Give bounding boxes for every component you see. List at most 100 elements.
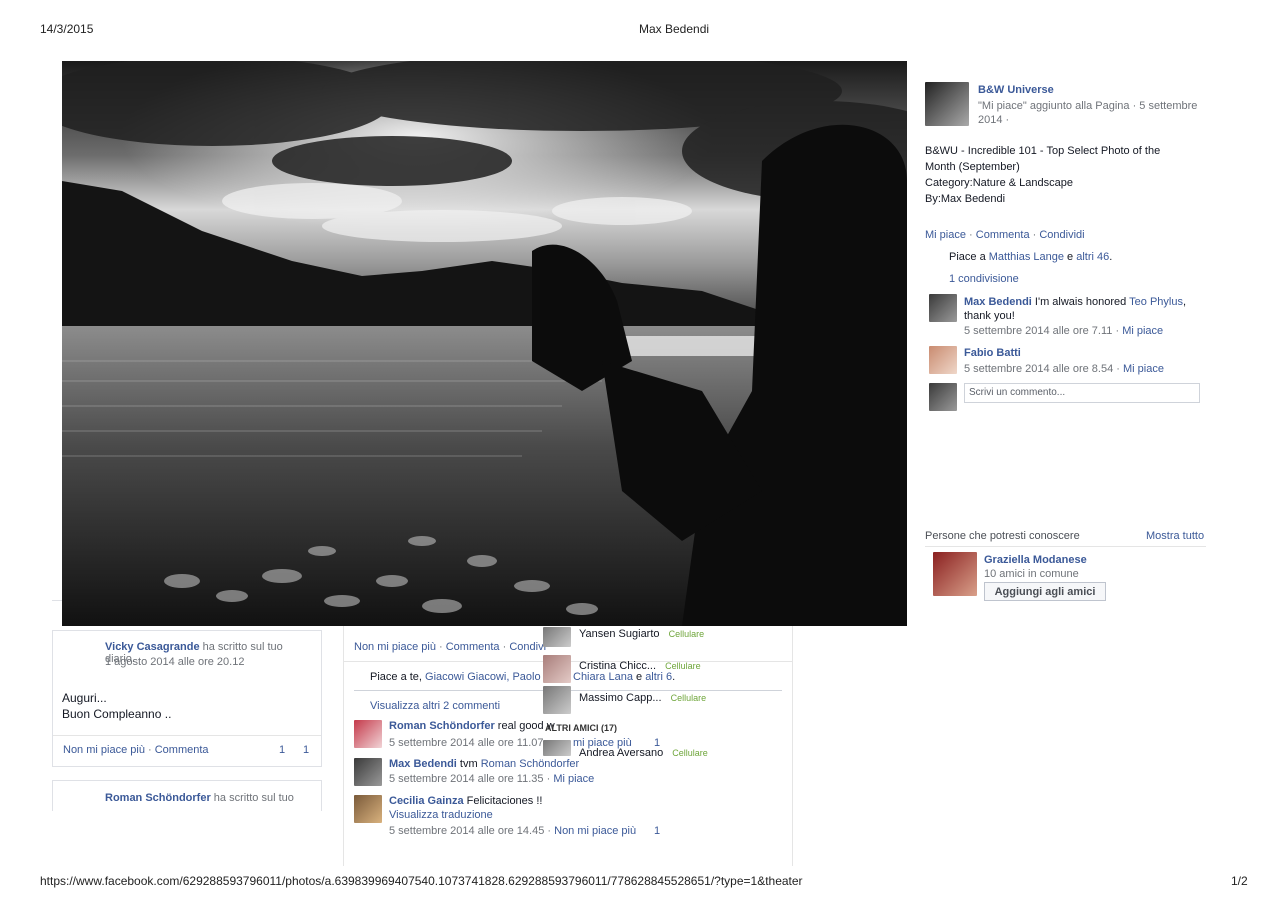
comment-text: Felicitaciones !! (466, 795, 543, 807)
comment-link[interactable]: Commenta (976, 229, 1030, 241)
avatar[interactable] (354, 758, 382, 786)
post-text-line2: Buon Compleanno .. (62, 707, 172, 721)
avatar[interactable] (543, 686, 571, 714)
avatar[interactable] (929, 346, 957, 374)
chat-friend-name: Massimo Capp... (579, 692, 662, 704)
avatar[interactable] (354, 795, 382, 823)
likes-and: e (1067, 251, 1074, 263)
like-comment-link[interactable]: Mi piace (1122, 325, 1163, 337)
add-friend-button[interactable]: Aggiungi agli amici (984, 582, 1106, 601)
likes-end: . (1109, 251, 1113, 263)
comment-text: tvm (459, 758, 478, 770)
comment-link[interactable]: Commenta (155, 744, 209, 756)
post-meta: "Mi piace" aggiunto alla Pagina · 5 sett… (978, 100, 1198, 126)
post-author-link[interactable]: Vicky Casagrande (105, 641, 200, 653)
unlike-comment-link[interactable]: Non mi piace più (554, 825, 636, 837)
separator: · (1032, 229, 1037, 241)
post-author-link[interactable]: Roman Schöndorfer (105, 792, 211, 804)
avatar[interactable] (929, 294, 957, 322)
liker-link[interactable]: Chiara Lana (573, 671, 633, 683)
chat-status: Cellulare (672, 748, 708, 758)
chat-status: Cellulare (665, 661, 701, 671)
avatar[interactable] (354, 720, 382, 748)
column-border (343, 626, 344, 866)
likes-prefix: Piace a (949, 251, 986, 263)
post-text-line1: Auguri... (62, 691, 107, 705)
post-text-line: Category:Nature & Landscape (925, 177, 1073, 189)
comment-time[interactable]: 5 settembre 2014 alle ore 14.45 (389, 825, 544, 837)
chat-friend-name: Andrea Aversano (579, 747, 664, 759)
print-date: 14/3/2015 (40, 22, 94, 36)
chat-friend-item[interactable]: Yansen Sugiarto Cellulare (579, 628, 704, 640)
unlike-link[interactable]: Non mi piace più (354, 641, 436, 653)
comment-author-link[interactable]: Max Bedendi (964, 296, 1032, 308)
post-time[interactable]: 1 agosto 2014 alle ore 20.12 (105, 656, 244, 668)
post-text-line: Month (September) (925, 161, 1020, 173)
print-page: 1/2 (1231, 874, 1248, 888)
photo-image[interactable] (62, 61, 907, 626)
column-border (792, 626, 793, 866)
chat-friend-item[interactable]: Andrea Aversano Cellulare (579, 747, 708, 759)
comment-author-link[interactable]: Max Bedendi (389, 758, 457, 770)
comment-time[interactable]: 5 settembre 2014 alle ore 11.35 (389, 773, 544, 785)
like-comment-link[interactable]: Mi piace (553, 773, 594, 785)
chat-others-header: ALTRI AMICI (17) (545, 723, 617, 733)
likes-others-link[interactable]: altri 46 (1076, 251, 1109, 263)
mutual-friends[interactable]: 10 amici in comune (984, 568, 1079, 580)
print-url: https://www.facebook.com/629288593796011… (40, 874, 803, 888)
timeline-post-card-2: Roman Schöndorfer ha scritto sul tuo (52, 780, 322, 811)
comment-author-link[interactable]: Roman Schöndorfer (389, 720, 495, 732)
divider (925, 546, 1206, 547)
comments-count[interactable]: 1 (303, 744, 309, 756)
comment-time[interactable]: 5 settembre 2014 alle ore 7.11 (964, 325, 1112, 337)
mention-link[interactable]: Teo Phylus (1129, 296, 1183, 308)
likes-end: . (672, 671, 676, 683)
page-name-link[interactable]: B&W Universe (978, 84, 1054, 96)
bw-universe-logo-icon[interactable] (925, 82, 969, 126)
comment-text: thank you! (964, 310, 1015, 322)
like-link[interactable]: Mi piace (925, 229, 966, 241)
unlike-link[interactable]: Non mi piace più (63, 744, 145, 756)
post-text: B&WU - Incredible 101 - Top Select Photo… (925, 143, 1160, 207)
comment-time[interactable]: 5 settembre 2014 alle ore 8.54 (964, 363, 1113, 375)
people-heading: Persone che potresti conoscere (925, 530, 1080, 542)
comment-author-link[interactable]: Fabio Batti (964, 347, 1021, 359)
chat-status: Cellulare (670, 693, 707, 703)
avatar[interactable] (933, 552, 977, 596)
likes-count[interactable]: 1 (279, 744, 285, 756)
timeline-post-card: Vicky Casagrande ha scritto sul tuo diar… (52, 630, 322, 767)
comment-time[interactable]: 5 settembre 2014 alle ore 11.07 (389, 737, 544, 749)
comment-like-count[interactable]: 1 (654, 825, 660, 837)
person-name-link[interactable]: Graziella Modanese (984, 554, 1087, 566)
chat-friend-item[interactable]: Cristina Chicc... Cellulare (579, 660, 701, 672)
share-link[interactable]: Condivi (509, 641, 546, 653)
comment-text: I'm alwais honored (1034, 296, 1127, 308)
post-text-line: By:Max Bedendi (925, 193, 1006, 205)
chat-friend-item[interactable]: Massimo Capp... Cellulare (579, 692, 706, 704)
more-comments-link[interactable]: Visualizza altri 2 commenti (370, 700, 500, 712)
post-action-text: ha scritto sul tuo (213, 792, 294, 804)
liker-link[interactable]: Giacowi Giacowi, (425, 671, 509, 683)
shares-link[interactable]: 1 condivisione (949, 273, 1019, 285)
comment-author-link[interactable]: Cecilia Gainza (389, 795, 464, 807)
like-comment-link[interactable]: Mi piace (1123, 363, 1164, 375)
avatar (59, 639, 99, 679)
print-title: Max Bedendi (639, 22, 710, 36)
liker-link[interactable]: Matthias Lange (989, 251, 1064, 263)
comment-link[interactable]: Commenta (446, 641, 500, 653)
mention-link[interactable]: Roman Schöndorfer (481, 758, 579, 770)
post-text-line: B&WU - Incredible 101 - Top Select Photo… (925, 145, 1161, 157)
translate-link[interactable]: Visualizza traduzione (389, 809, 493, 821)
avatar[interactable] (543, 740, 571, 756)
share-link[interactable]: Condividi (1039, 229, 1084, 241)
avatar (929, 383, 957, 411)
divider (53, 735, 321, 736)
chat-friend-name: Cristina Chicc... (579, 660, 657, 672)
chat-status: Cellulare (668, 629, 705, 639)
likes-others-link[interactable]: altri 6 (645, 671, 672, 683)
lake-landscape-photo (62, 61, 907, 626)
avatar[interactable] (543, 627, 571, 647)
avatar[interactable] (543, 655, 571, 683)
see-all-link[interactable]: Mostra tutto (1146, 530, 1204, 542)
comment-input[interactable]: Scrivi un commento... (964, 383, 1200, 403)
